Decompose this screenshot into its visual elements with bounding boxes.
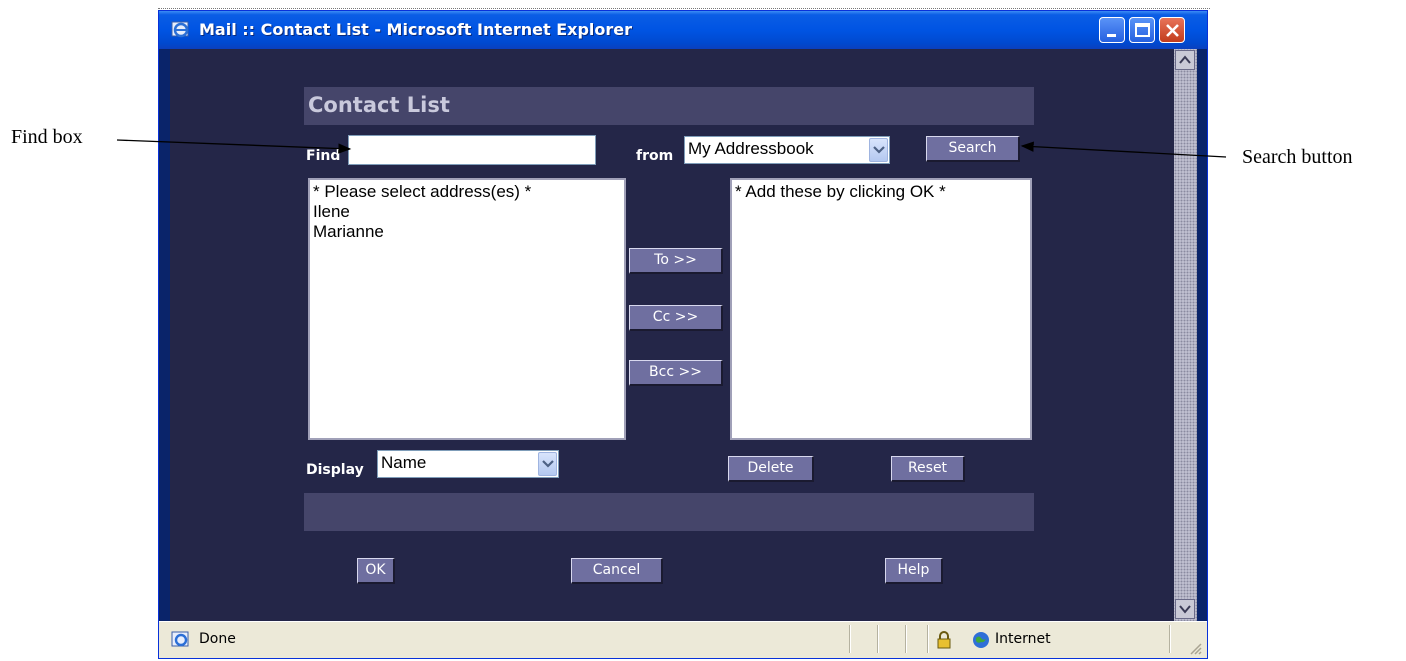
source-address-list[interactable]: * Please select address(es) * Ilene Mari… (308, 178, 626, 440)
find-input[interactable] (348, 135, 596, 165)
help-button[interactable]: Help (885, 558, 943, 584)
scroll-up-button[interactable] (1175, 50, 1195, 70)
cancel-button[interactable]: Cancel (571, 558, 663, 584)
from-select[interactable]: My Addressbook (684, 136, 890, 164)
status-divider (877, 625, 879, 653)
close-button[interactable] (1159, 17, 1185, 43)
window-title: Mail :: Contact List - Microsoft Interne… (199, 20, 633, 39)
display-selected-value: Name (381, 453, 427, 472)
page-done-icon (171, 630, 191, 655)
display-select[interactable]: Name (377, 450, 559, 478)
maximize-button[interactable] (1129, 17, 1155, 43)
status-divider (927, 625, 929, 653)
browser-window: Mail :: Contact List - Microsoft Interne… (158, 10, 1208, 659)
ie-icon (171, 20, 191, 40)
scroll-down-button[interactable] (1175, 599, 1195, 619)
page-content: Contact List Find from My Addressbook Se… (170, 49, 1197, 621)
status-divider (905, 625, 907, 653)
security-zone-label: Internet (995, 631, 1051, 647)
from-label: from (636, 148, 674, 164)
status-bar: Done Internet (159, 621, 1207, 658)
add-to-button[interactable]: To >> (629, 248, 723, 274)
search-button[interactable]: Search (926, 136, 1020, 162)
list-item[interactable]: * Please select address(es) * (313, 182, 621, 202)
globe-icon (972, 631, 990, 654)
page-title: Contact List (308, 93, 450, 117)
status-divider (1169, 625, 1171, 653)
resize-grip-icon[interactable] (1189, 642, 1203, 661)
status-text: Done (199, 631, 236, 647)
list-item[interactable]: Ilene (313, 202, 621, 222)
status-divider (849, 625, 851, 653)
list-item[interactable]: Marianne (313, 222, 621, 242)
from-selected-value: My Addressbook (688, 139, 814, 158)
ok-button[interactable]: OK (357, 558, 395, 584)
add-cc-button[interactable]: Cc >> (629, 305, 723, 331)
chevron-down-icon[interactable] (538, 452, 557, 476)
chevron-down-icon[interactable] (869, 138, 888, 162)
add-bcc-button[interactable]: Bcc >> (629, 360, 723, 386)
vertical-scrollbar[interactable] (1174, 49, 1197, 621)
reset-button[interactable]: Reset (891, 456, 965, 482)
find-label: Find (306, 148, 341, 164)
find-box-callout: Find box (11, 126, 83, 148)
delete-button[interactable]: Delete (728, 456, 814, 482)
search-button-callout: Search button (1242, 146, 1353, 168)
display-label: Display (306, 462, 364, 478)
selected-address-list[interactable]: * Add these by clicking OK * (730, 178, 1032, 440)
list-item[interactable]: * Add these by clicking OK * (735, 182, 1027, 202)
footer-band (304, 493, 1034, 531)
title-bar[interactable]: Mail :: Contact List - Microsoft Interne… (159, 11, 1207, 49)
lock-icon (935, 630, 953, 655)
header-band: Contact List (304, 87, 1034, 125)
minimize-button[interactable] (1099, 17, 1125, 43)
